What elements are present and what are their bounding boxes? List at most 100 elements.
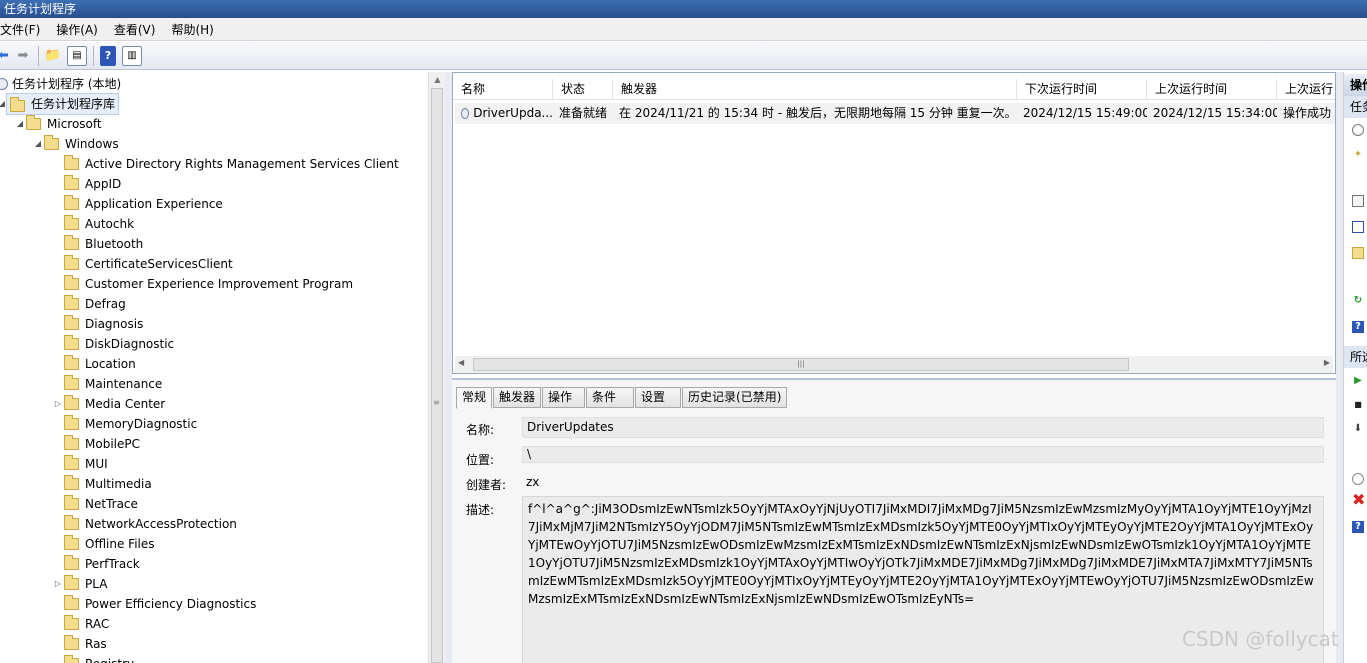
folder-icon <box>64 415 79 430</box>
tree-folder-item[interactable]: MobilePC <box>52 434 140 454</box>
folder-icon <box>64 495 79 510</box>
tree-folder-item[interactable]: DiskDiagnostic <box>52 334 174 354</box>
tab-conditions[interactable]: 条件 <box>586 387 635 408</box>
tab-triggers[interactable]: 触发器 <box>493 387 542 408</box>
table-row[interactable]: DriverUpda... 准备就绪 在 2024/11/21 的 15:34 … <box>455 103 1335 124</box>
disable-icon[interactable]: ⬇ <box>1352 423 1364 435</box>
up-folder-icon[interactable]: 📁 <box>45 46 61 66</box>
menu-action[interactable]: 操作(A) <box>56 21 106 38</box>
grip-icon: ≡ <box>433 398 440 407</box>
tree-folder-item[interactable]: Autochk <box>52 214 134 234</box>
delete-icon[interactable]: ✖ <box>1352 492 1365 508</box>
folder-icon <box>64 315 79 330</box>
tree-folder-label: Autochk <box>85 217 135 231</box>
tree-windows[interactable]: ◢ Windows <box>32 134 119 154</box>
show-hide-action-pane-icon[interactable]: ▥ <box>122 45 142 66</box>
tree-scrollbar[interactable]: ▲ ≡ <box>428 72 445 663</box>
actions-section-task[interactable]: 任务 <box>1344 96 1367 118</box>
create-task-icon[interactable]: ✦ <box>1352 149 1364 161</box>
folder-icon <box>64 375 79 390</box>
folder-icon <box>64 515 79 530</box>
tree-folder-item[interactable]: Registry <box>52 654 134 663</box>
tree-folder-item[interactable]: Maintenance <box>52 374 162 394</box>
expand-triangle-icon[interactable]: ▷ <box>52 574 64 594</box>
tree-folder-item[interactable]: Power Efficiency Diagnostics <box>52 594 256 614</box>
task-clock-icon <box>461 108 470 119</box>
tree-folder-label: Customer Experience Improvement Program <box>85 277 354 291</box>
detail-scrollbar[interactable] <box>1336 72 1343 663</box>
collapse-triangle-icon[interactable]: ◢ <box>32 134 44 154</box>
tab-actions[interactable]: 操作 <box>542 387 586 408</box>
tree-root[interactable]: 任务计划程序 (本地) <box>0 74 121 94</box>
column-name[interactable]: 名称 <box>453 79 553 99</box>
toolbar: ⬅ ➡ 📁 ▤ ? ▥ <box>0 42 1367 70</box>
location-field[interactable]: \ <box>522 446 1324 463</box>
tree-folder-label: Multimedia <box>85 477 152 491</box>
tree-folder-item[interactable]: MUI <box>52 454 108 474</box>
tree-folder-item[interactable]: Defrag <box>52 294 126 314</box>
forward-arrow-icon[interactable]: ➡ <box>14 46 32 66</box>
tab-general[interactable]: 常规 <box>456 387 493 409</box>
tree-folder-item[interactable]: MemoryDiagnostic <box>52 414 197 434</box>
tab-history[interactable]: 历史记录(已禁用) <box>682 387 788 408</box>
properties-clock-icon[interactable] <box>1352 473 1364 485</box>
tab-settings[interactable]: 设置 <box>635 387 682 408</box>
tree-folder-item[interactable]: NetworkAccessProtection <box>52 514 237 534</box>
tree-folder-item[interactable]: ▷ PLA <box>52 574 107 594</box>
scroll-thumb[interactable] <box>431 88 443 663</box>
column-last-run[interactable]: 上次运行时间 <box>1147 79 1277 99</box>
pane-splitter[interactable] <box>445 72 452 663</box>
tree-folder-item[interactable]: CertificateServicesClient <box>52 254 233 274</box>
refresh-icon[interactable]: ↻ <box>1352 295 1364 307</box>
actions-section-selected[interactable]: 所选 <box>1344 346 1367 368</box>
task-list-hscrollbar[interactable]: ◀ ||| ▶ <box>455 356 1333 373</box>
tree-folder-item[interactable]: Customer Experience Improvement Program <box>52 274 353 294</box>
scroll-thumb[interactable]: ||| <box>473 358 1129 371</box>
menu-view[interactable]: 查看(V) <box>114 21 164 38</box>
column-next-run[interactable]: 下次运行时间 <box>1017 79 1147 99</box>
task-details: 常规 触发器 操作 条件 设置 历史记录(已禁用) 名称: DriverUpda… <box>452 378 1336 663</box>
scroll-right-icon[interactable]: ▶ <box>1324 358 1330 367</box>
name-field[interactable]: DriverUpdates <box>522 417 1324 438</box>
clock-icon[interactable] <box>1352 124 1364 136</box>
display-running-icon[interactable] <box>1352 221 1364 233</box>
help-icon[interactable]: ? <box>1352 521 1364 533</box>
tree-folder-item[interactable]: Active Directory Rights Management Servi… <box>52 154 399 174</box>
folder-icon <box>64 575 79 590</box>
tree-folder-item[interactable]: Location <box>52 354 136 374</box>
tree-folder-item[interactable]: Bluetooth <box>52 234 143 254</box>
tree-folder-item[interactable]: AppID <box>52 174 121 194</box>
show-hide-console-tree-icon[interactable]: ▤ <box>67 45 87 66</box>
tree-microsoft[interactable]: ◢ Microsoft <box>14 114 102 134</box>
tree-folder-item[interactable]: PerfTrack <box>52 554 140 574</box>
tree-library[interactable]: ◢ 任务计划程序库 <box>0 93 120 115</box>
tree-folder-item[interactable]: RAC <box>52 614 109 634</box>
new-folder-icon[interactable] <box>1352 247 1364 259</box>
expand-triangle-icon[interactable]: ▷ <box>52 394 64 414</box>
back-arrow-icon[interactable]: ⬅ <box>0 46 8 66</box>
column-trigger[interactable]: 触发器 <box>613 79 1017 99</box>
collapse-triangle-icon[interactable]: ◢ <box>14 114 26 134</box>
column-status[interactable]: 状态 <box>553 79 613 99</box>
import-icon[interactable] <box>1352 195 1364 207</box>
end-icon[interactable]: ■ <box>1352 399 1364 411</box>
tree-folder-item[interactable]: Ras <box>52 634 107 654</box>
run-icon[interactable]: ▶ <box>1352 375 1364 387</box>
scroll-left-icon[interactable]: ◀ <box>458 358 464 367</box>
tree-folder-label: Location <box>85 357 136 371</box>
tree-folder-item[interactable]: NetTrace <box>52 494 138 514</box>
menu-help[interactable]: 帮助(H) <box>171 21 221 38</box>
help-icon[interactable]: ? <box>1352 321 1364 333</box>
menu-file[interactable]: 文件(F) <box>0 21 48 38</box>
column-last-result[interactable]: 上次运行 <box>1277 79 1335 99</box>
tree-folder-item[interactable]: Offline Files <box>52 534 155 554</box>
tree-folder-item[interactable]: Application Experience <box>52 194 223 214</box>
tree-folder-label: NetTrace <box>85 497 138 511</box>
folder-icon <box>64 435 79 450</box>
folder-icon <box>64 635 79 650</box>
scroll-up-icon[interactable]: ▲ <box>429 72 446 88</box>
tree-folder-item[interactable]: Diagnosis <box>52 314 143 334</box>
tree-folder-item[interactable]: ▷ Media Center <box>52 394 165 414</box>
help-icon[interactable]: ? <box>100 45 116 66</box>
tree-folder-item[interactable]: Multimedia <box>52 474 152 494</box>
